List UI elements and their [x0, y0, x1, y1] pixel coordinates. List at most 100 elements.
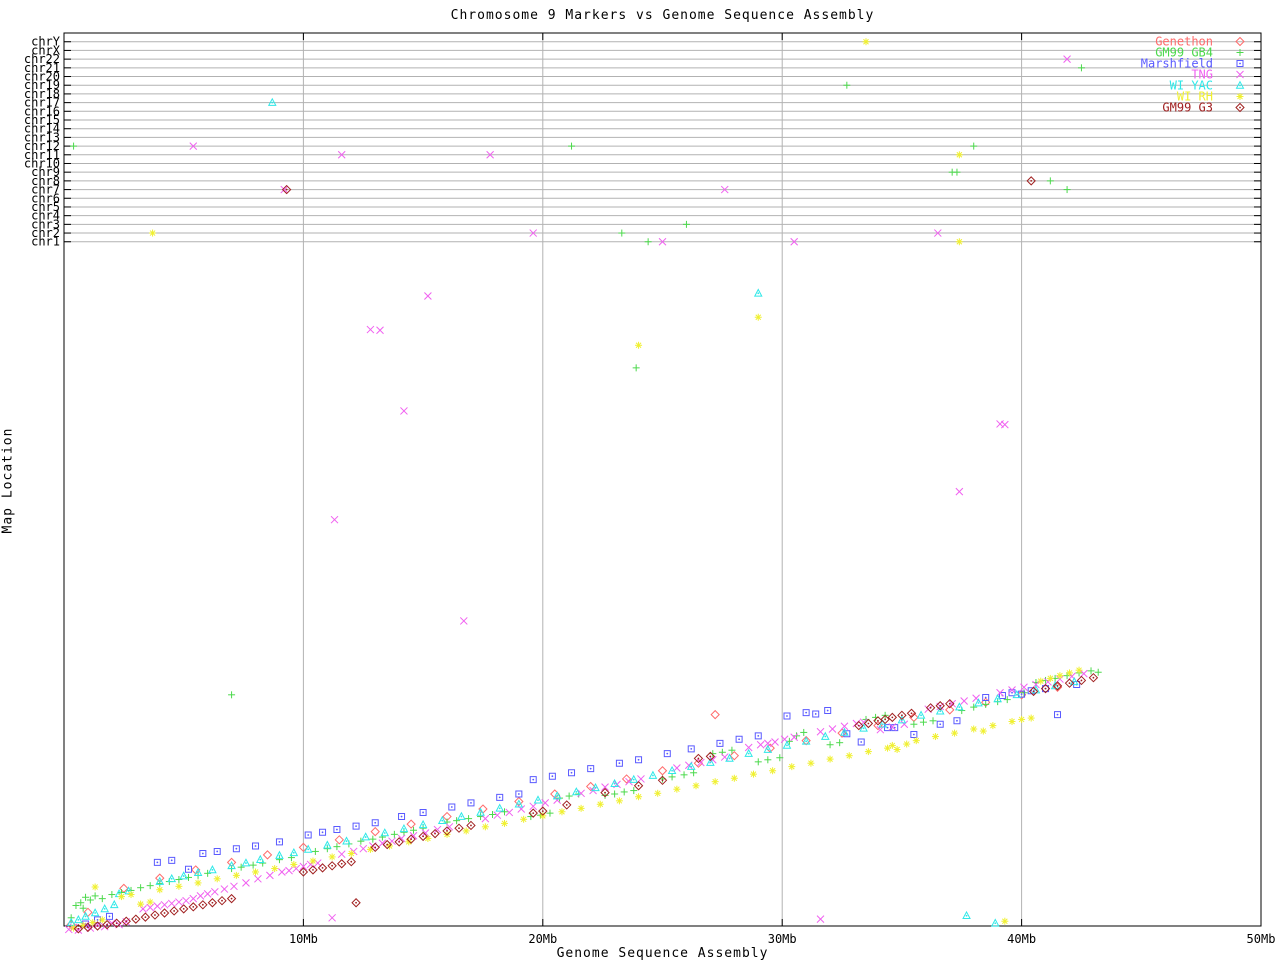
gm99-g3-point: [188, 902, 198, 912]
tng-point: [210, 887, 219, 896]
gm99-g3-point: [430, 828, 440, 839]
gm99-gb4-chrom-point: [1077, 64, 1085, 72]
wi-yac-point: [955, 702, 964, 711]
tng-point: [330, 515, 339, 524]
marshfield-point: [568, 769, 576, 777]
tng-point: [167, 899, 176, 908]
wi-rh-point: [615, 797, 623, 805]
wi-yac-point: [179, 871, 189, 880]
tng-point: [955, 487, 964, 496]
legend-marker-icon: [1236, 60, 1244, 67]
marshfield-point: [754, 732, 762, 740]
wi-yac-point: [495, 803, 505, 812]
gm99-gb4-point: [98, 895, 106, 903]
genethon-point: [585, 781, 596, 792]
marshfield-point: [663, 750, 671, 758]
wi-rh-point: [635, 341, 643, 349]
wi-yac-point: [361, 832, 370, 841]
gm99-g3-point: [1088, 673, 1099, 683]
gm99-g3-point: [131, 914, 141, 924]
marshfield-point: [615, 759, 623, 767]
gm99-gb4-point: [632, 364, 640, 372]
wi-yac-point: [610, 778, 619, 788]
tng-point: [771, 738, 779, 746]
wi-rh-chrom-point: [862, 38, 870, 46]
tng-point: [400, 407, 408, 415]
chart-root: Chromosome 9 Markers vs Genome Sequence …: [0, 0, 1280, 961]
genethon-point: [262, 850, 273, 860]
gm99-gb4-point: [668, 773, 676, 781]
wi-rh-point: [807, 759, 815, 767]
gm99-g3-point: [562, 800, 572, 810]
tng-point: [182, 896, 190, 905]
genethon-point: [370, 826, 380, 837]
marshfield-point: [783, 712, 791, 720]
wi-yac-point: [916, 710, 926, 719]
gm99-gb4-chrom-point: [682, 220, 690, 228]
gm99-g3-point: [140, 912, 151, 922]
x-tick-label: 50Mb: [1247, 932, 1276, 946]
gm99-g3-point: [159, 908, 170, 918]
gm99-g3-point: [454, 823, 464, 833]
wi-rh-point: [137, 900, 145, 908]
wi-rh-point: [328, 853, 336, 861]
marshfield-point: [687, 745, 695, 753]
wi-rh-point: [711, 778, 719, 786]
marshfield-point: [304, 831, 312, 839]
wi-rh-point: [1027, 714, 1035, 722]
tng-point: [366, 325, 375, 334]
tng-point: [242, 879, 250, 887]
gm99-g3-point: [169, 906, 179, 916]
wi-yac-point: [533, 795, 543, 804]
gm99-gb4-point: [728, 746, 736, 754]
wi-rh-chrom-point: [149, 229, 157, 237]
wi-rh-point: [194, 879, 202, 887]
marshfield-point: [398, 813, 406, 821]
marshfield-point: [153, 858, 161, 866]
tng-point: [175, 898, 183, 906]
gm99-gb4-point: [680, 771, 688, 779]
marshfield-point: [496, 793, 504, 801]
marshfield-point: [587, 765, 595, 773]
tng-point: [1000, 420, 1009, 429]
wi-rh-point: [1056, 672, 1064, 680]
tng-point: [153, 902, 162, 911]
tng-point: [972, 694, 980, 703]
wi-yac-point: [686, 761, 696, 770]
tng-point: [278, 868, 286, 876]
wi-yac-point: [208, 865, 217, 874]
wi-yac-point: [990, 918, 1000, 927]
marshfield-point: [515, 790, 523, 798]
marshfield-point: [953, 717, 961, 725]
wi-rh-point: [692, 782, 700, 790]
genethon-point: [873, 720, 883, 731]
legend-marker-icon: [1235, 102, 1245, 113]
wi-rh-point: [769, 767, 777, 775]
gm99-gb4-point: [146, 882, 154, 890]
marshfield-point: [936, 720, 944, 728]
marshfield-point: [529, 776, 537, 784]
marshfield-point: [352, 822, 360, 830]
gm99-gb4-point: [546, 809, 554, 817]
tng-point: [960, 697, 968, 705]
wi-rh-point: [520, 815, 528, 823]
marshfield-point: [802, 709, 810, 717]
wi-yac-point: [457, 811, 466, 820]
wi-rh-point: [117, 893, 125, 901]
wi-rh-point: [635, 793, 643, 801]
wi-rh-point: [1001, 917, 1009, 925]
tng-point: [459, 617, 468, 625]
gm99-gb4-chrom-point: [1063, 186, 1071, 194]
wi-rh-point: [912, 737, 920, 745]
tng-point: [337, 850, 346, 859]
wi-rh-point: [558, 808, 566, 816]
marshfield-point: [199, 849, 207, 857]
gm99-gb4-point: [764, 756, 772, 764]
wi-rh-point: [749, 770, 757, 778]
wi-yac-point: [744, 748, 754, 757]
gm99-gb4-point: [137, 884, 145, 892]
tng-point: [328, 913, 336, 922]
gm99-g3-point: [925, 703, 936, 713]
gm99-gb4-chrom-point: [644, 238, 652, 246]
gm99-g3-point: [1076, 675, 1087, 686]
